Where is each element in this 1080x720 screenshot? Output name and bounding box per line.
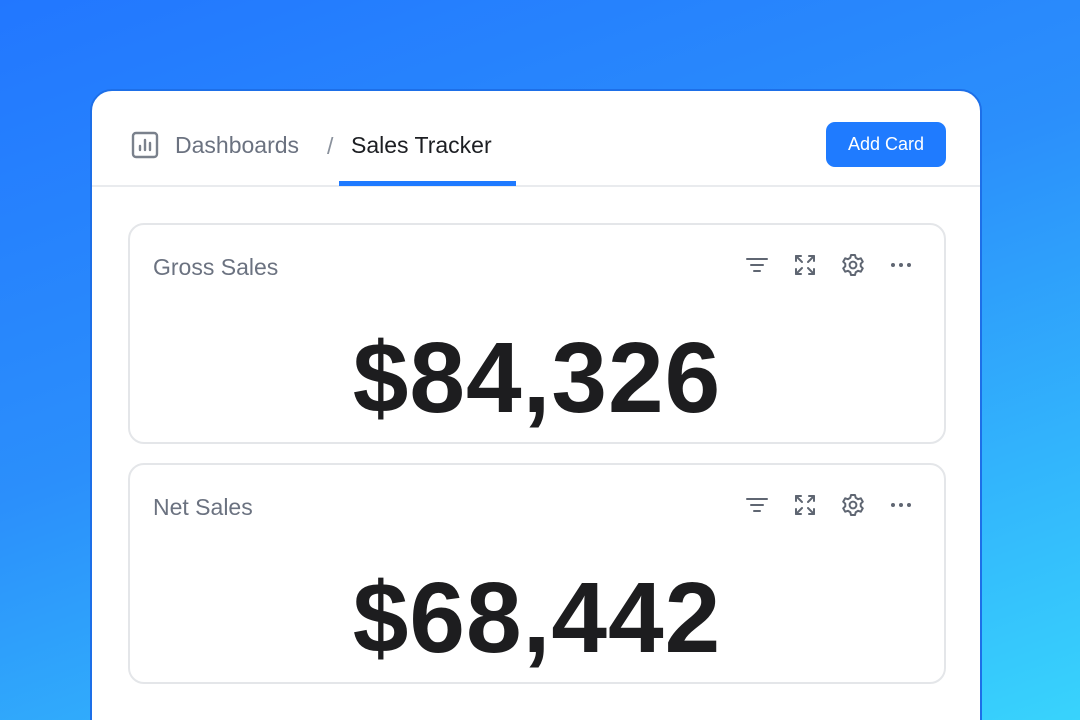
filter-icon[interactable] xyxy=(743,251,771,279)
card-toolbar xyxy=(742,491,922,519)
breadcrumb-current-tab[interactable]: Sales Tracker xyxy=(351,131,492,159)
dashboard-chart-icon xyxy=(131,131,159,159)
expand-icon[interactable] xyxy=(791,251,819,279)
more-icon[interactable] xyxy=(887,251,915,279)
dashboard-window: Dashboards / Sales Tracker Add Card Gros… xyxy=(90,89,982,720)
card-title: Net Sales xyxy=(153,494,253,520)
expand-icon[interactable] xyxy=(791,491,819,519)
card-toolbar xyxy=(742,251,922,279)
more-icon[interactable] xyxy=(887,491,915,519)
net-sales-card: Net Sales $68,442 xyxy=(128,463,946,684)
active-tab-indicator xyxy=(339,181,516,186)
gross-sales-card: Gross Sales $84,326 xyxy=(128,223,946,444)
gross-sales-value: $84,326 xyxy=(352,322,722,434)
gear-icon[interactable] xyxy=(839,251,867,279)
net-sales-value: $68,442 xyxy=(352,562,722,674)
breadcrumb-dashboards-link[interactable]: Dashboards xyxy=(175,131,299,159)
add-card-button[interactable]: Add Card xyxy=(826,122,946,167)
filter-icon[interactable] xyxy=(743,491,771,519)
dashboard-header: Dashboards / Sales Tracker Add Card xyxy=(92,91,980,187)
breadcrumb-separator: / xyxy=(327,133,334,159)
card-title: Gross Sales xyxy=(153,254,279,280)
gear-icon[interactable] xyxy=(839,491,867,519)
